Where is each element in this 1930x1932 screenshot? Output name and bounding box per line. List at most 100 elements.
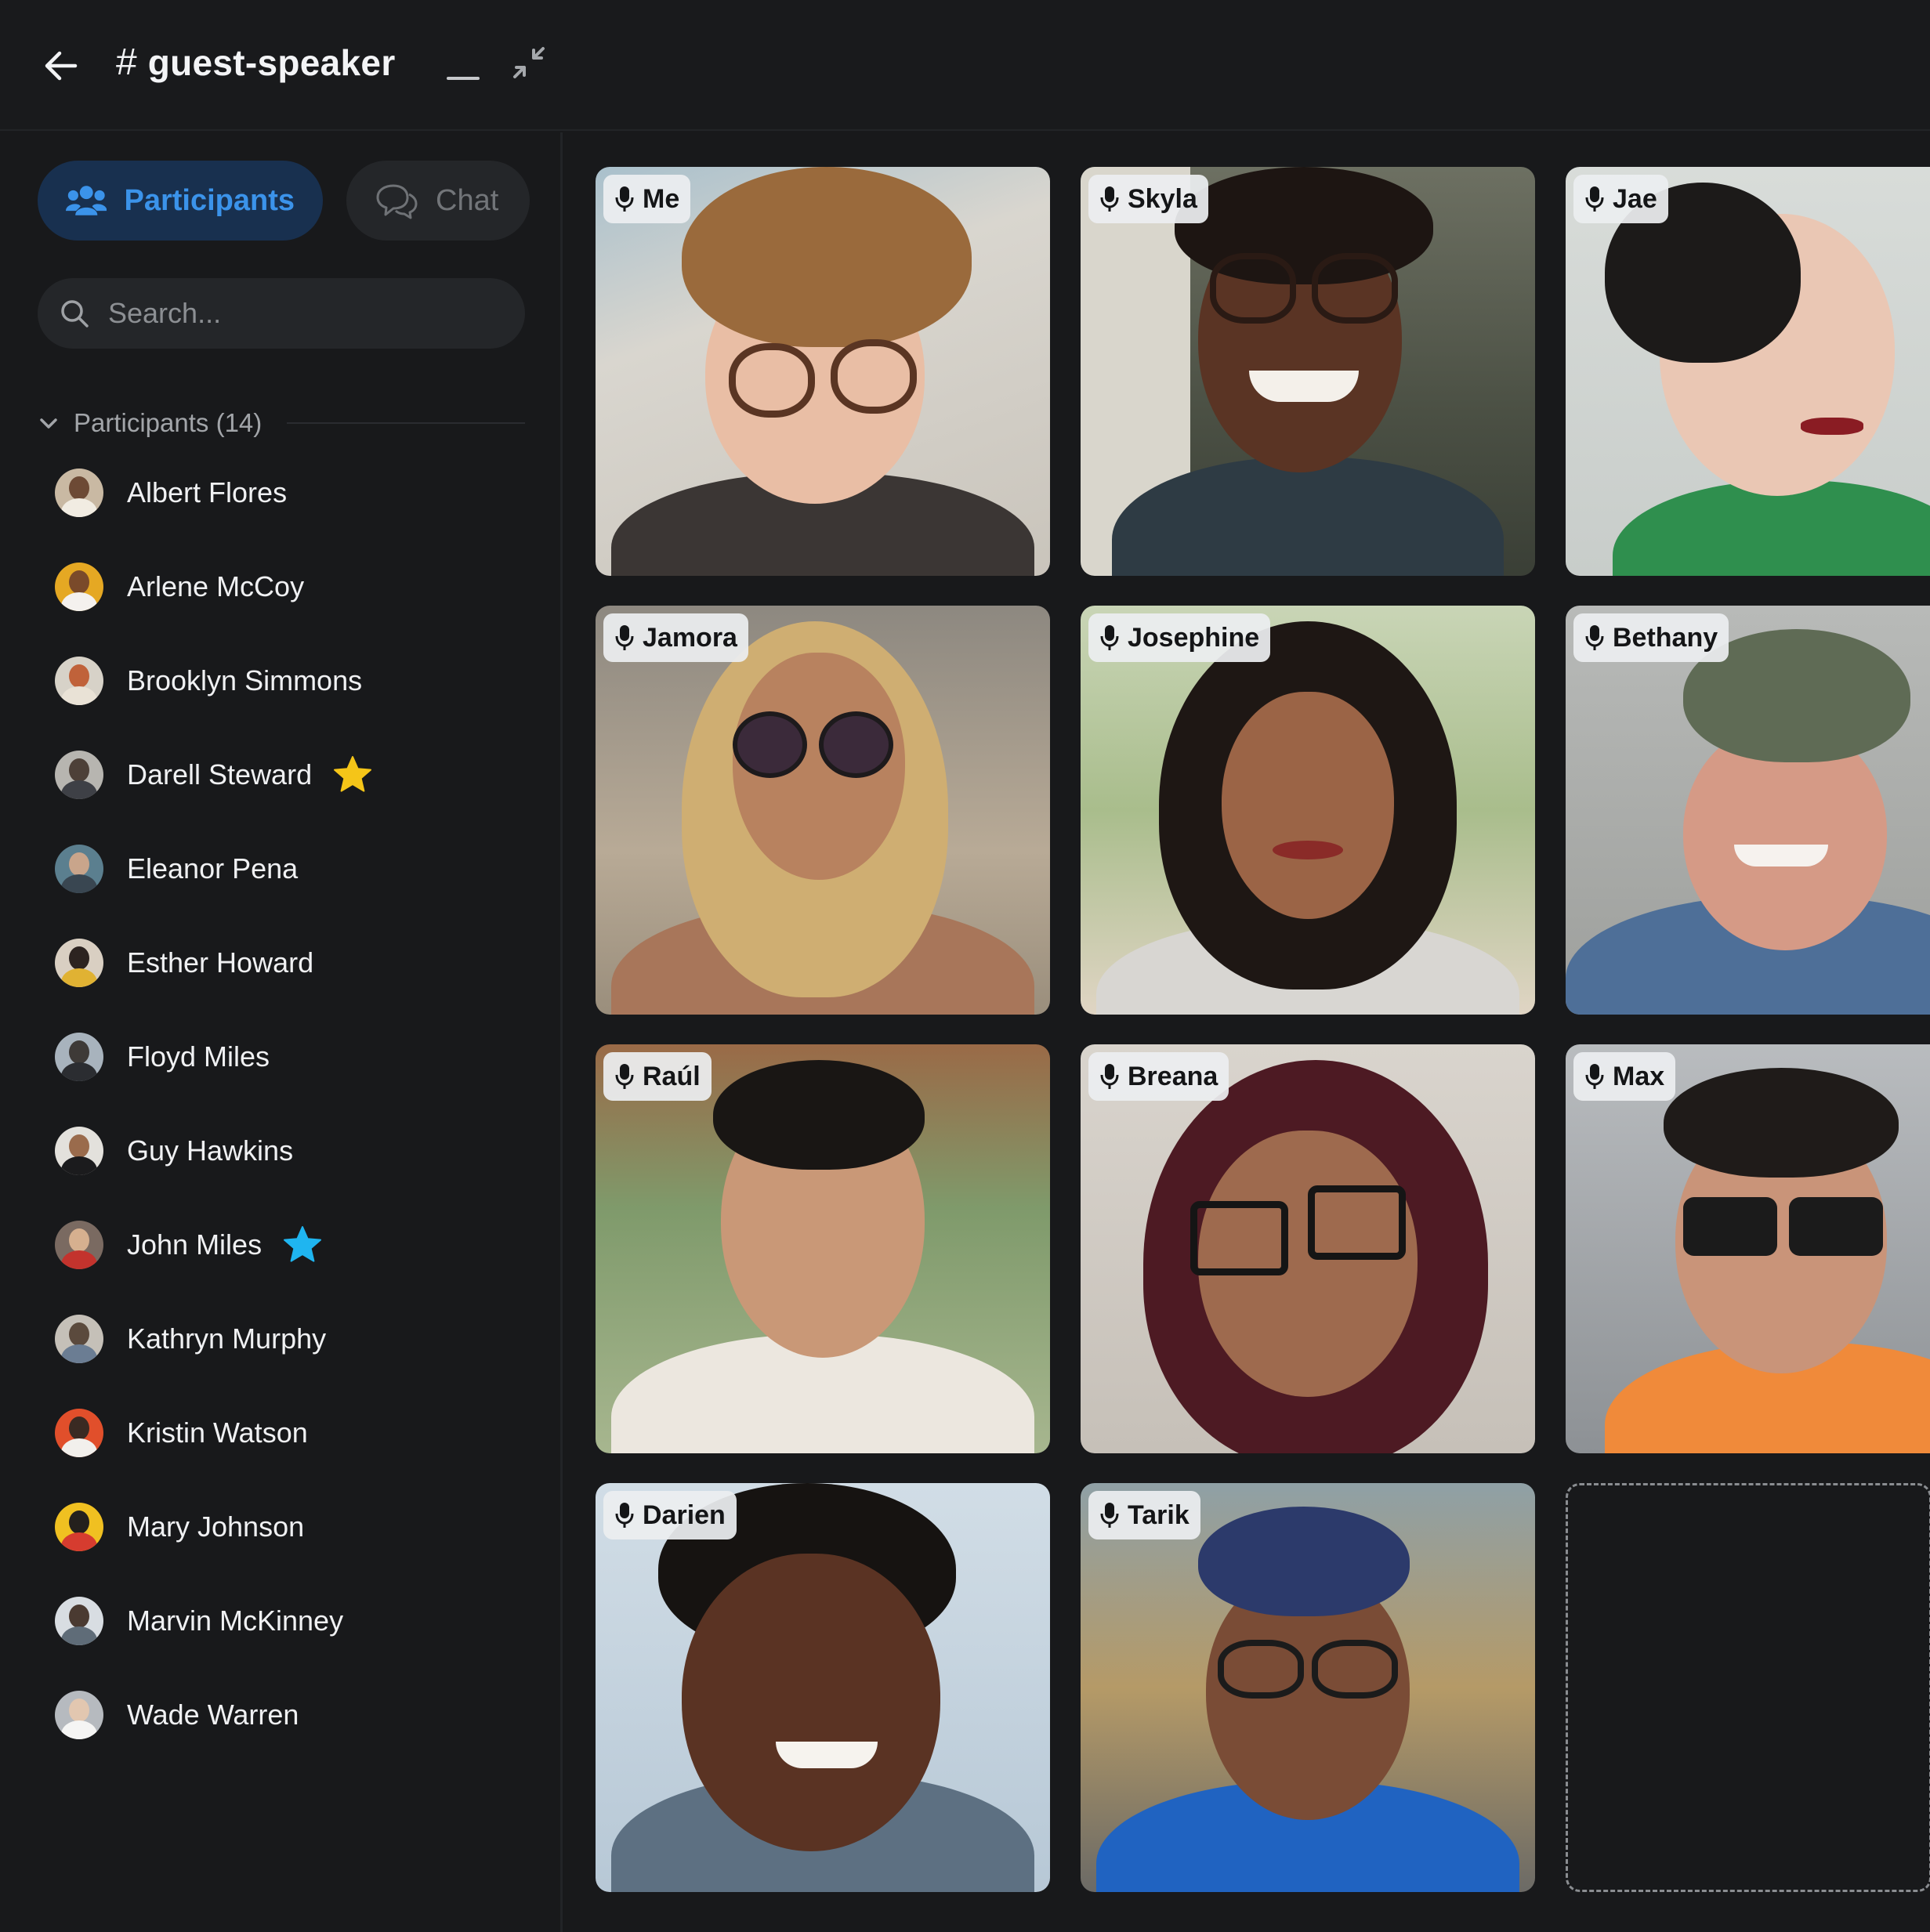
microphone-icon (1100, 186, 1119, 212)
microphone-icon (615, 1064, 634, 1089)
list-item[interactable]: Eleanor Pena (55, 822, 525, 916)
video-tile-jae[interactable]: Jae (1566, 167, 1930, 576)
search-input[interactable] (108, 297, 500, 330)
microphone-icon (615, 625, 634, 650)
participant-name: Kathryn Murphy (127, 1322, 327, 1355)
list-item[interactable]: Esther Howard (55, 916, 525, 1010)
avatar (55, 1127, 103, 1175)
tile-name: Raúl (643, 1061, 701, 1091)
video-tile-max[interactable]: Max (1566, 1044, 1930, 1453)
list-item[interactable]: Mary Johnson (55, 1480, 525, 1574)
video-feed (1566, 606, 1930, 1015)
yellow-star-icon (334, 756, 372, 792)
participant-list: Albert Flores Arlene McCoy Brooklyn Simm… (55, 446, 525, 1762)
participant-name: Brooklyn Simmons (127, 664, 363, 696)
participant-name-tag: Breana (1088, 1052, 1229, 1101)
participant-name: Kristin Watson (127, 1416, 308, 1449)
list-item[interactable]: Guy Hawkins (55, 1104, 525, 1198)
participant-name: Guy Hawkins (127, 1134, 294, 1167)
participant-name-tag: Darien (603, 1491, 737, 1539)
tab-chat[interactable]: Chat (346, 161, 530, 241)
participant-name-tag: Josephine (1088, 613, 1271, 662)
list-item[interactable]: Floyd Miles (55, 1010, 525, 1104)
participant-name: Mary Johnson (127, 1511, 305, 1543)
participant-name: Eleanor Pena (127, 852, 299, 885)
avatar (55, 751, 103, 799)
video-feed (1081, 606, 1535, 1015)
list-item[interactable]: Albert Flores (55, 446, 525, 540)
video-feed (1566, 1044, 1930, 1453)
video-feed (1081, 1483, 1535, 1892)
avatar (55, 1691, 103, 1739)
video-feed (1081, 1044, 1535, 1453)
empty-tile-placeholder[interactable] (1566, 1483, 1930, 1892)
video-tile-darien[interactable]: Darien (596, 1483, 1050, 1892)
list-item[interactable]: Brooklyn Simmons (55, 634, 525, 728)
channel-hash: # (116, 42, 137, 83)
video-tile-raul[interactable]: Raúl (596, 1044, 1050, 1453)
video-feed (596, 167, 1050, 576)
avatar (55, 1597, 103, 1645)
avatar (55, 1221, 103, 1269)
tile-name: Me (643, 183, 680, 214)
participant-name: Floyd Miles (127, 1040, 270, 1073)
list-item[interactable]: Arlene McCoy (55, 540, 525, 634)
avatar (55, 1315, 103, 1363)
top-bar: # guest-speaker (0, 0, 1930, 131)
microphone-icon (1100, 1064, 1119, 1089)
list-item[interactable]: John Miles (55, 1198, 525, 1292)
chevron-down-icon (40, 418, 57, 429)
video-tile-breana[interactable]: Breana (1081, 1044, 1535, 1453)
avatar (55, 845, 103, 893)
microphone-icon (1100, 1503, 1119, 1528)
sidebar-tabs: Participants Chat (38, 161, 530, 241)
back-arrow-icon[interactable] (39, 44, 83, 88)
participants-icon (66, 186, 107, 215)
video-tile-bethany[interactable]: Bethany (1566, 606, 1930, 1015)
blue-star-icon (284, 1226, 322, 1262)
list-item[interactable]: Marvin McKinney (55, 1574, 525, 1668)
app-window: # guest-speaker Participants Chat Search… (0, 0, 1930, 1932)
microphone-icon (1585, 1064, 1604, 1089)
list-item[interactable]: Kristin Watson (55, 1386, 525, 1480)
video-tile-jamora[interactable]: Jamora (596, 606, 1050, 1015)
video-feed (1081, 167, 1535, 576)
minimize-icon[interactable] (444, 47, 483, 86)
participant-name: Esther Howard (127, 946, 314, 979)
participant-name: Marvin McKinney (127, 1605, 344, 1637)
tab-participants[interactable]: Participants (38, 161, 323, 241)
chat-bubbles-icon (376, 184, 418, 219)
tab-participants-label: Participants (124, 183, 295, 217)
tile-name: Breana (1128, 1061, 1218, 1091)
tile-name: Bethany (1613, 622, 1718, 653)
section-divider (287, 422, 525, 424)
participant-name-tag: Jamora (603, 613, 748, 662)
tile-name: Jamora (643, 622, 737, 653)
list-item[interactable]: Wade Warren (55, 1668, 525, 1762)
video-tile-tarik[interactable]: Tarik (1081, 1483, 1535, 1892)
microphone-icon (615, 186, 634, 212)
participants-section-header[interactable]: Participants (14) (38, 403, 525, 443)
avatar (55, 1409, 103, 1457)
participant-name: Darell Steward (127, 758, 313, 791)
video-tile-me[interactable]: Me (596, 167, 1050, 576)
channel-name: guest-speaker (147, 42, 396, 83)
video-tile-josephine[interactable]: Josephine (1081, 606, 1535, 1015)
participant-name-tag: Jae (1573, 175, 1668, 223)
participant-name-tag: Bethany (1573, 613, 1729, 662)
avatar (55, 1503, 103, 1551)
search-box[interactable] (38, 278, 525, 349)
microphone-icon (1100, 625, 1119, 650)
participants-section-title: Participants (14) (74, 408, 263, 437)
participant-name-tag: Me (603, 175, 691, 223)
participant-name-tag: Skyla (1088, 175, 1208, 223)
list-item[interactable]: Darell Steward (55, 728, 525, 822)
channel-title: # guest-speaker (116, 41, 396, 84)
avatar (55, 657, 103, 705)
collapse-arrows-icon[interactable] (510, 44, 549, 83)
video-tile-skyla[interactable]: Skyla (1081, 167, 1535, 576)
video-feed (596, 606, 1050, 1015)
avatar (55, 469, 103, 517)
list-item[interactable]: Kathryn Murphy (55, 1292, 525, 1386)
tile-name: Darien (643, 1500, 726, 1530)
